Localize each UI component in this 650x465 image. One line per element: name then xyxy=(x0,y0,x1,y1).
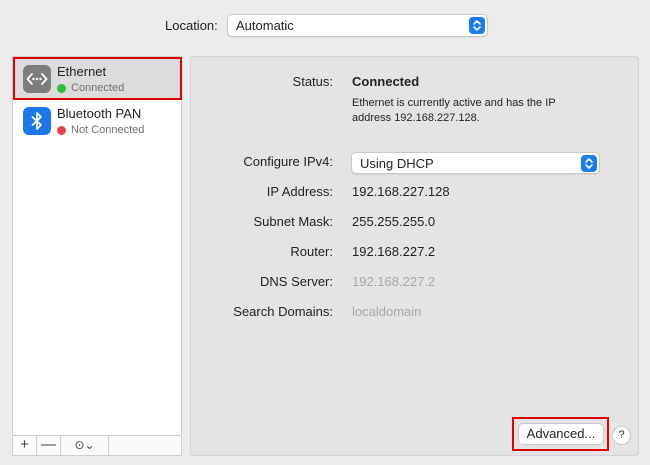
add-service-button[interactable]: + xyxy=(13,436,37,455)
router-label: Router: xyxy=(290,244,333,259)
detail-pane: Status: Connected Ethernet is currently … xyxy=(190,56,639,456)
configure-ipv4-popup[interactable]: Using DHCP xyxy=(351,152,600,174)
search-domains-label: Search Domains: xyxy=(233,304,333,319)
advanced-button[interactable]: Advanced... xyxy=(518,423,604,445)
status-value: Connected xyxy=(352,74,420,89)
router-value: 192.168.227.2 xyxy=(352,244,436,259)
location-label: Location: xyxy=(165,18,218,33)
service-status: Not Connected xyxy=(57,124,144,136)
ip-address-label: IP Address: xyxy=(266,184,333,199)
bluetooth-icon xyxy=(23,107,51,135)
chevron-updown-icon xyxy=(581,155,597,172)
service-status: Connected xyxy=(57,82,124,94)
remove-service-button[interactable]: — xyxy=(37,436,61,455)
status-label: Status: xyxy=(292,74,333,89)
location-row: Location: Automatic xyxy=(0,14,650,38)
status-dot-green xyxy=(57,84,66,93)
service-item-bluetooth-pan[interactable]: Bluetooth PAN Not Connected xyxy=(13,100,181,142)
service-item-ethernet[interactable]: Ethernet Connected xyxy=(13,58,181,100)
search-domains-value: localdomain xyxy=(352,304,422,319)
service-status-text: Not Connected xyxy=(71,124,145,136)
service-name: Ethernet xyxy=(57,64,107,79)
service-list-toolbar: + — ⊙⌄ xyxy=(12,435,182,456)
service-name: Bluetooth PAN xyxy=(57,106,142,121)
dns-server-value: 192.168.227.2 xyxy=(352,274,436,289)
service-status-text: Connected xyxy=(71,82,125,94)
location-popup[interactable]: Automatic xyxy=(227,14,488,37)
action-menu-button[interactable]: ⊙⌄ xyxy=(61,436,109,455)
help-button[interactable]: ? xyxy=(612,426,631,445)
chevron-updown-icon xyxy=(469,17,485,34)
subnet-mask-value: 255.255.255.0 xyxy=(352,214,436,229)
ethernet-icon xyxy=(23,65,51,93)
ip-address-value: 192.168.227.128 xyxy=(352,184,450,199)
configure-ipv4-value: Using DHCP xyxy=(360,156,434,171)
dns-server-label: DNS Server: xyxy=(260,274,333,289)
status-dot-red xyxy=(57,126,66,135)
service-list: Ethernet Connected Bluetooth PAN Not Con… xyxy=(12,56,182,456)
configure-ipv4-label: Configure IPv4: xyxy=(243,154,333,169)
subnet-mask-label: Subnet Mask: xyxy=(253,214,334,229)
location-value: Automatic xyxy=(236,18,294,33)
status-description: Ethernet is currently active and has the… xyxy=(352,97,556,124)
